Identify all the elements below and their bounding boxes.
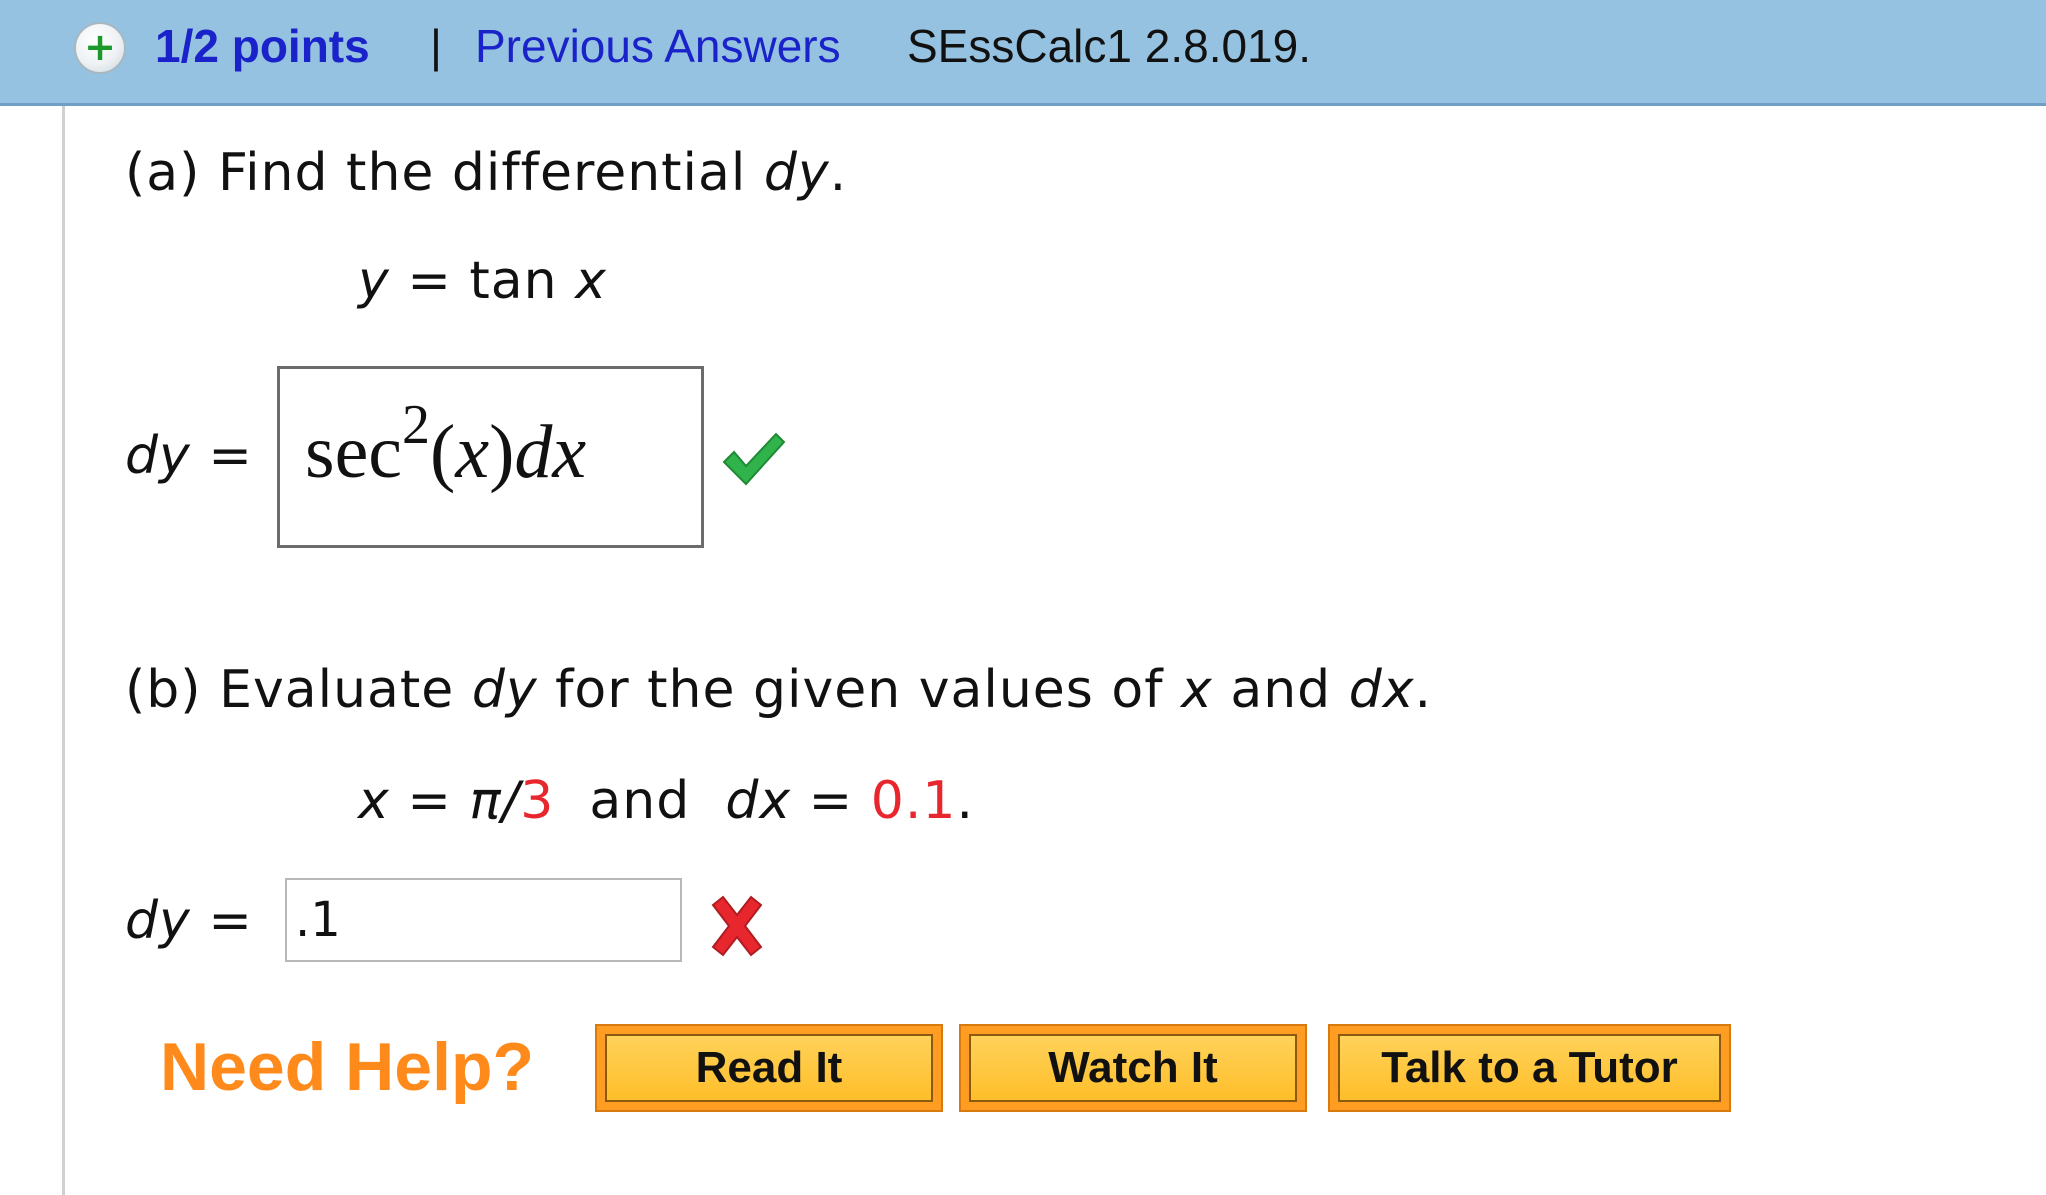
part-a-prompt-text: Find the differential bbox=[217, 143, 747, 203]
given-period: . bbox=[956, 771, 974, 831]
given-dx: dx bbox=[725, 771, 792, 831]
cross-icon bbox=[711, 895, 763, 957]
part-b-answer-label: dy = bbox=[125, 888, 253, 954]
answer-a-math: sec2(x)dx bbox=[305, 394, 587, 509]
answer-b-dy: dy bbox=[125, 891, 191, 951]
math-sec: sec bbox=[305, 410, 403, 494]
points-label: 1/2 points bbox=[155, 20, 370, 72]
part-a-answer-label: dy = bbox=[125, 423, 253, 489]
watch-it-label: Watch It bbox=[969, 1034, 1297, 1102]
given-pi: π/ bbox=[469, 771, 521, 831]
check-icon bbox=[722, 432, 786, 486]
part-a-prompt-var: dy bbox=[763, 143, 830, 203]
math-open-paren: ( bbox=[430, 410, 456, 494]
part-a-label: (a) bbox=[125, 143, 201, 203]
answer-b-equals: = bbox=[208, 891, 253, 951]
part-b-text-3: and bbox=[1230, 660, 1332, 720]
watch-it-button[interactable]: Watch It bbox=[959, 1024, 1307, 1112]
part-b-period: . bbox=[1414, 660, 1433, 720]
part-b-var-x: x bbox=[1181, 660, 1213, 720]
talk-to-tutor-button[interactable]: Talk to a Tutor bbox=[1328, 1024, 1731, 1112]
answer-a-dy: dy bbox=[125, 426, 191, 486]
left-border bbox=[62, 106, 65, 1195]
part-b-var-dx: dx bbox=[1348, 660, 1415, 720]
given-equals-1: = bbox=[407, 771, 452, 831]
part-b-var-dy: dy bbox=[471, 660, 538, 720]
part-a-period: . bbox=[829, 143, 848, 203]
previous-answers-link[interactable]: Previous Answers bbox=[475, 16, 841, 76]
given-x: x bbox=[358, 771, 390, 831]
part-b-text-2: for the given values of bbox=[555, 660, 1164, 720]
part-a-prompt: (a) Find the differential dy. bbox=[125, 140, 847, 206]
equation-function: tan bbox=[469, 251, 558, 311]
part-b-given: x = π/3 and dx = 0.1. bbox=[358, 768, 974, 834]
answer-b-input[interactable]: .1 bbox=[285, 878, 682, 962]
math-arg: x bbox=[455, 410, 490, 494]
part-b-text-1: Evaluate bbox=[219, 660, 455, 720]
read-it-label: Read It bbox=[605, 1034, 933, 1102]
header-separator: | bbox=[430, 20, 442, 72]
given-dx-value: 0.1 bbox=[870, 771, 957, 831]
math-close-paren: ) bbox=[489, 410, 515, 494]
equation-equals: = bbox=[407, 251, 452, 311]
talk-to-tutor-label: Talk to a Tutor bbox=[1338, 1034, 1721, 1102]
math-dx: dx bbox=[514, 410, 587, 494]
equation-var: x bbox=[575, 251, 607, 311]
equation-lhs: y bbox=[358, 251, 390, 311]
need-help-label: Need Help? bbox=[160, 1029, 535, 1105]
math-exponent: 2 bbox=[402, 394, 431, 456]
plus-circle-icon[interactable]: + bbox=[74, 22, 126, 74]
part-b-label: (b) bbox=[125, 660, 202, 720]
answer-a-equals: = bbox=[208, 426, 253, 486]
question-header: + 1/2 points | Previous Answers SEssCalc… bbox=[0, 0, 2046, 106]
given-and: and bbox=[589, 771, 691, 831]
read-it-button[interactable]: Read It bbox=[595, 1024, 943, 1112]
given-x-value: 3 bbox=[520, 771, 555, 831]
question-id: SEssCalc1 2.8.019. bbox=[907, 20, 1312, 72]
part-b-prompt: (b) Evaluate dy for the given values of … bbox=[125, 657, 1432, 723]
given-equals-2: = bbox=[808, 771, 854, 831]
part-a-equation: y = tan x bbox=[358, 248, 607, 314]
